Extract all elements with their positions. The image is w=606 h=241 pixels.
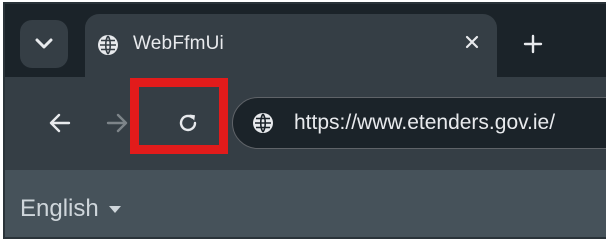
caret-down-icon — [108, 206, 121, 213]
new-tab-button[interactable] — [516, 27, 550, 61]
back-button[interactable] — [40, 103, 80, 143]
address-url[interactable]: https://www.etenders.gov.ie/ — [294, 111, 555, 135]
tab-webffmui[interactable]: WebFfmUi — [85, 14, 497, 77]
plus-icon — [523, 34, 543, 54]
reload-highlight-box — [130, 78, 228, 154]
chevron-down-icon — [35, 38, 53, 49]
arrow-right-icon — [106, 113, 128, 133]
toolbar: https://www.etenders.gov.ie/ — [5, 77, 606, 170]
page-content: English — [5, 170, 606, 237]
close-icon — [465, 35, 479, 49]
address-bar[interactable]: https://www.etenders.gov.ie/ — [232, 97, 606, 149]
globe-icon — [98, 35, 118, 55]
tab-title: WebFfmUi — [133, 33, 224, 54]
browser-window: WebFfmUi https://www.etenders.gov.ie/ En… — [3, 2, 606, 239]
tab-strip: WebFfmUi — [5, 4, 606, 77]
language-selector[interactable]: English — [20, 195, 121, 223]
tab-search-button[interactable] — [20, 20, 68, 68]
site-info-icon — [253, 113, 273, 133]
language-label: English — [20, 195, 99, 222]
arrow-left-icon — [49, 113, 71, 133]
tab-close-button[interactable] — [458, 28, 486, 56]
